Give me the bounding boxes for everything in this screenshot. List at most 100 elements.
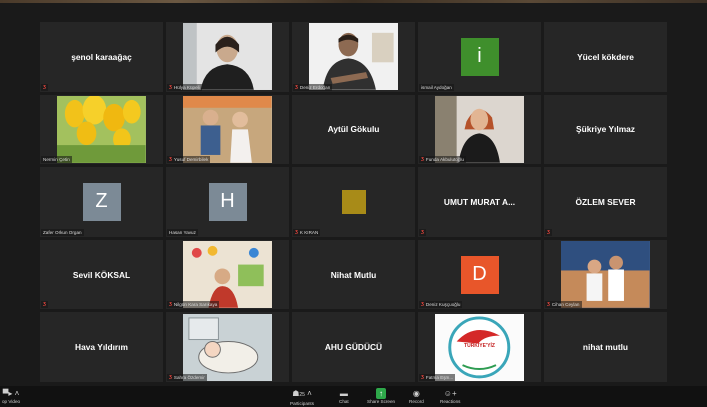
muted-mic-icon: ʒ — [421, 373, 424, 380]
participant-tile[interactable]: Nermin Çetin — [40, 94, 163, 165]
logo-text: TÜRKİYE'YİZ — [464, 343, 495, 350]
chat-button[interactable]: ▬ Chat — [339, 388, 349, 404]
participant-label: ʒ — [41, 83, 48, 91]
chat-icon: ▬ — [339, 389, 348, 398]
participants-icon: ☗25 ˄ — [292, 389, 312, 398]
avatar: Z — [82, 182, 121, 221]
muted-mic-icon: ʒ — [421, 301, 424, 308]
participant-label: ʒ Sahra Özdemir — [167, 373, 207, 381]
participant-tile[interactable]: ʒ Cihan Ceylan — [544, 239, 667, 310]
participant-tile[interactable]: D ʒ Deniz Kuşçuoğlu — [418, 239, 541, 310]
children-photo-icon — [183, 95, 272, 163]
share-screen-icon: ↑ — [376, 388, 387, 399]
participant-label-text: Deniz Kuşçuoğlu — [425, 302, 461, 308]
meeting-toolbar: ▀▸ ˄ op Video ☗25 ˄ Participants ▬ Chat … — [0, 386, 707, 407]
participant-name: Yücel kökdere — [577, 51, 634, 62]
participant-label: ʒ Nilgün Kara Sarıkaya — [167, 301, 220, 309]
participant-name: Hava Yıldırım — [75, 342, 128, 353]
webcam-person-icon — [309, 23, 398, 91]
participant-label-text: Zafer Orkun Organ — [43, 229, 82, 235]
muted-mic-icon: ʒ — [547, 301, 550, 308]
participant-tile[interactable]: ʒ Deniz Erdoğan — [292, 22, 415, 92]
participant-tile[interactable]: i ismail Aydoğan — [418, 22, 541, 92]
participant-label: ʒ Funda Akbulutoğlu — [419, 156, 466, 164]
reactions-label: Reactions — [440, 399, 461, 404]
participant-label-text: ismail Aydoğan — [421, 84, 452, 90]
participant-label: ismail Aydoğan — [419, 83, 454, 91]
participant-tile[interactable]: ʒ Yusuf Demirbilek — [166, 94, 289, 165]
participant-label-text: Hasan Yavuz — [169, 229, 196, 235]
participant-label-text: Fatma Eşm... — [425, 374, 454, 380]
participant-name: ÖZLEM SEVER — [575, 196, 636, 207]
avatar — [341, 189, 366, 214]
muted-mic-icon: ʒ — [421, 228, 424, 235]
participant-label-text: Sahra Özdemir — [173, 374, 205, 380]
participant-tile[interactable]: AHU GÜDÜCÜ — [292, 312, 415, 382]
muted-mic-icon: ʒ — [295, 83, 298, 90]
participant-tile[interactable]: TÜRKİYE'YİZ ʒ Fatma Eşm... — [418, 312, 541, 382]
profile-photo — [435, 95, 524, 163]
stop-video-button[interactable]: ▀▸ ˄ op Video — [2, 388, 20, 404]
muted-mic-icon: ʒ — [295, 228, 298, 235]
participant-tile[interactable]: Z Zafer Orkun Organ — [40, 167, 163, 237]
muted-mic-icon: ʒ — [547, 228, 550, 235]
video-camera-icon: ▀▸ ˄ — [2, 389, 20, 398]
avatar: i — [460, 37, 499, 76]
participant-tile[interactable]: Nihat Mutlu — [292, 239, 415, 310]
participant-label-text: Yusuf Demirbilek — [173, 157, 209, 163]
reactions-button[interactable]: ☺+ Reactions — [440, 388, 460, 404]
participant-tile[interactable]: ʒ Sahra Özdemir — [166, 312, 289, 382]
participant-tile[interactable]: ʒ Nilgün Kara Sarıkaya — [166, 239, 289, 310]
participant-tile[interactable]: H Hasan Yavuz — [166, 167, 289, 237]
participant-label: ʒ Fatma Eşm... — [419, 373, 456, 381]
record-label: Record — [409, 399, 424, 404]
participant-tile[interactable]: UMUT MURAT A... ʒ — [418, 167, 541, 237]
participant-label-text: Hülya Küpeli — [173, 84, 200, 90]
participant-label-text: Funda Akbulutoğlu — [425, 157, 464, 163]
participant-label: ʒ Cihan Ceylan — [545, 301, 582, 309]
participants-count: 25 — [299, 392, 305, 398]
participant-tile[interactable]: ÖZLEM SEVER ʒ — [544, 167, 667, 237]
classroom-photo-icon — [183, 241, 272, 308]
participant-name: şenol karaağaç — [71, 51, 132, 62]
participant-tile[interactable]: Aytül Gökulu — [292, 94, 415, 165]
muted-mic-icon: ʒ — [169, 83, 172, 90]
participant-tile[interactable]: ʒK KIRAN — [292, 167, 415, 237]
participant-label: Zafer Orkun Organ — [41, 228, 84, 236]
participant-tile[interactable]: nihat mutlu — [544, 312, 667, 382]
participant-label-text: Nilgün Kara Sarıkaya — [173, 302, 218, 308]
participant-label: ʒ Deniz Erdoğan — [293, 83, 333, 91]
profile-photo — [561, 241, 650, 308]
record-icon: ◉ — [412, 389, 420, 398]
muted-mic-icon: ʒ — [421, 156, 424, 163]
participant-label-text: Cihan Ceylan — [551, 302, 580, 308]
participant-label-text: Deniz Erdoğan — [299, 84, 331, 90]
share-screen-button[interactable]: ↑ Share Screen — [367, 388, 395, 404]
participant-label-text: Nermin Çetin — [43, 157, 70, 163]
profile-photo: TÜRKİYE'YİZ — [435, 313, 524, 381]
participant-tile[interactable]: Sevil KÖKSAL ʒ — [40, 239, 163, 310]
participant-tile[interactable]: ʒ Hülya Küpeli — [166, 22, 289, 92]
participants-label: Participants — [290, 401, 315, 406]
record-button[interactable]: ◉ Record — [409, 388, 424, 404]
participant-label: Nermin Çetin — [41, 156, 72, 164]
participants-button[interactable]: ☗25 ˄ Participants — [290, 388, 314, 406]
share-screen-label: Share Screen — [367, 399, 396, 404]
participant-name: nihat mutlu — [582, 342, 629, 353]
webcam-person-icon — [183, 23, 272, 91]
participant-tile[interactable]: şenol karaağaç ʒ — [40, 22, 163, 92]
profile-photo — [183, 95, 272, 163]
muted-mic-icon: ʒ — [169, 373, 172, 380]
participant-name: Nihat Mutlu — [330, 269, 377, 280]
muted-mic-icon: ʒ — [43, 83, 46, 90]
participant-name: UMUT MURAT A... — [443, 196, 516, 207]
participant-name: Sevil KÖKSAL — [72, 269, 131, 280]
participant-tile[interactable]: ʒ Funda Akbulutoğlu — [418, 94, 541, 165]
gallery-grid: şenol karaağaç ʒ ʒ Hülya Küpeli ʒ Deniz … — [40, 22, 667, 382]
participant-tile[interactable]: Hava Yıldırım — [40, 312, 163, 382]
stop-video-label: op Video — [2, 399, 21, 404]
video-feed — [183, 23, 272, 91]
participant-tile[interactable]: Yücel kökdere — [544, 22, 667, 92]
profile-photo — [57, 95, 146, 163]
participant-tile[interactable]: Şükriye Yılmaz — [544, 94, 667, 165]
